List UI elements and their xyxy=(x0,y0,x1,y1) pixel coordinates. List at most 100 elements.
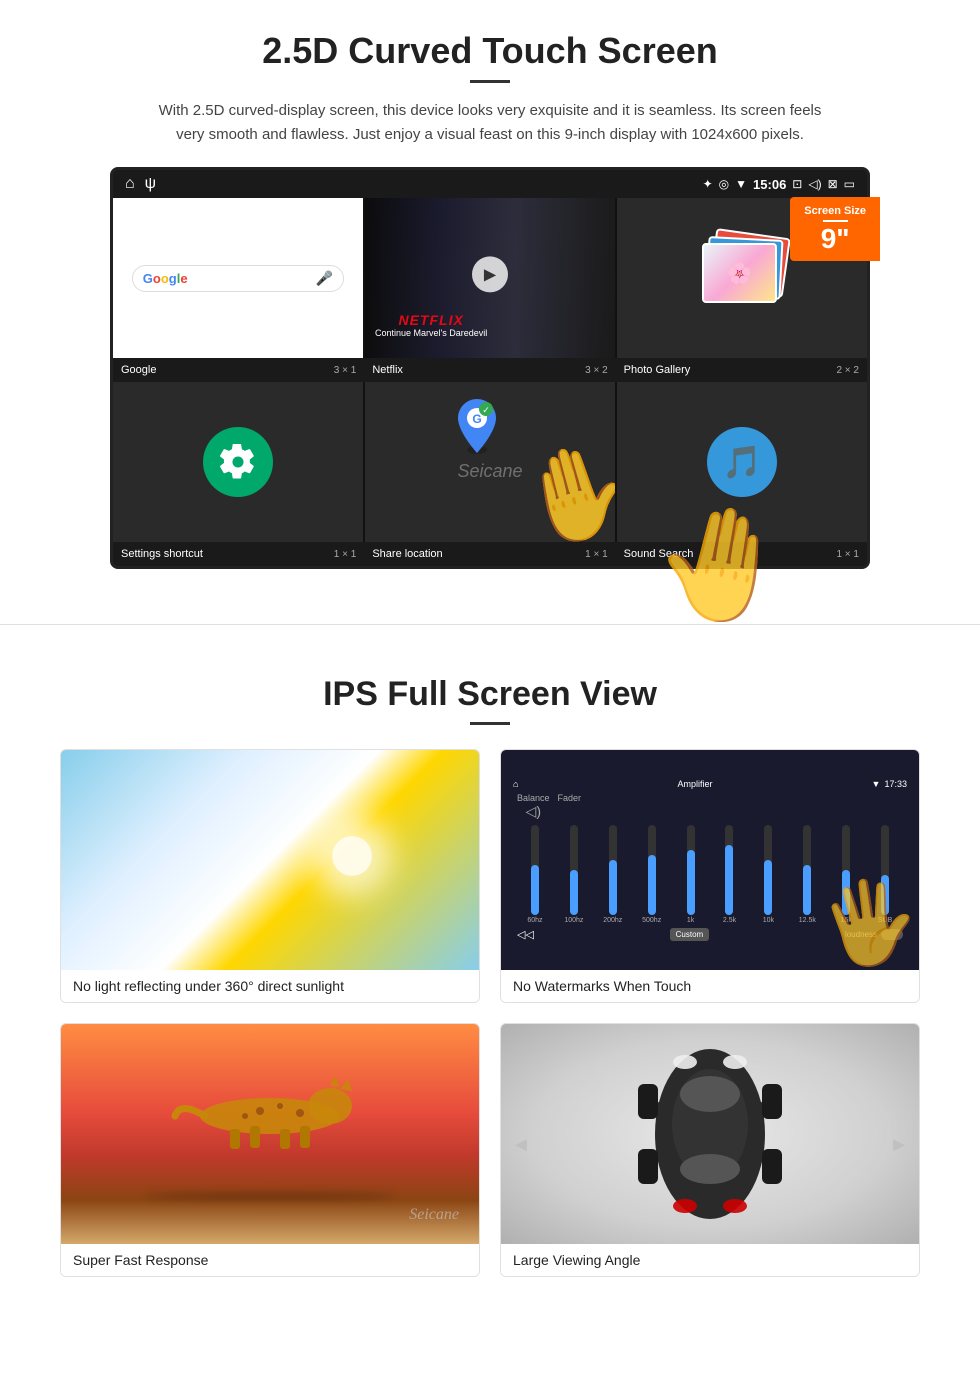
seicane-watermark2: Seicane xyxy=(409,1206,459,1224)
eq-bar-fill-7 xyxy=(803,865,811,915)
sound-search-app-cell[interactable]: 🎵 xyxy=(617,382,867,542)
play-button[interactable]: ▶ xyxy=(472,256,508,292)
eq-bar-track-7 xyxy=(803,825,811,915)
eq-bar-fill-0 xyxy=(531,865,539,915)
eq-bar-fill-2 xyxy=(609,860,617,915)
device-screen: ⌂ ψ ✦ ◎ ▼ 15:06 ⊡ ◁) ⊠ ▭ xyxy=(110,167,870,569)
car-top-svg xyxy=(630,1034,790,1234)
camera-icon: ⊡ xyxy=(792,177,802,191)
svg-text:✓: ✓ xyxy=(482,405,490,415)
google-logo: Google xyxy=(143,271,188,286)
share-location-app-cell[interactable]: G ✓ 🤚 xyxy=(365,382,615,542)
photo-card-3: 🌸 xyxy=(702,243,777,303)
google-label-size: 3 × 1 xyxy=(334,365,357,376)
netflix-cell-bg: ▶ NETFLIX Continue Marvel's Daredevil xyxy=(365,198,615,358)
settings-app-cell[interactable] xyxy=(113,382,363,542)
amp-time: 17:33 xyxy=(884,779,907,789)
music-note-icon: 🎵 xyxy=(722,443,762,481)
cheetah-image: Seicane xyxy=(61,1024,479,1244)
section1-title: 2.5D Curved Touch Screen xyxy=(60,30,920,72)
sound-icon-circle: 🎵 xyxy=(707,427,777,497)
section-curved-screen: 2.5D Curved Touch Screen With 2.5D curve… xyxy=(0,0,980,594)
eq-label-5: 2.5k xyxy=(723,917,736,924)
cheetah-shadow xyxy=(145,1192,396,1200)
gallery-label-name: Photo Gallery xyxy=(624,364,691,376)
maps-pin-icon: G ✓ xyxy=(453,397,501,455)
svg-text:G: G xyxy=(472,412,481,426)
netflix-label: Netflix 3 × 2 xyxy=(364,362,615,378)
amp-custom-button[interactable]: Custom xyxy=(670,928,710,941)
status-bar-left: ⌂ ψ xyxy=(125,175,156,193)
angle-right-icon: ► xyxy=(889,1134,909,1157)
home-icon: ⌂ xyxy=(125,175,135,193)
screen-size-badge: Screen Size 9" xyxy=(790,197,880,261)
eq-bar-track-0 xyxy=(531,825,539,915)
device-wrapper: Screen Size 9" ⌂ ψ ✦ ◎ ▼ 15:06 ⊡ ◁) ⊠ xyxy=(110,167,870,569)
section-ips-screen: IPS Full Screen View No light reflecting… xyxy=(0,655,980,1307)
sunlight-image xyxy=(61,750,479,970)
google-label-name: Google xyxy=(121,364,156,376)
bluetooth-icon: ✦ xyxy=(703,177,713,191)
share-cell-bg: G ✓ 🤚 xyxy=(365,382,615,542)
flower-emoji: 🌸 xyxy=(727,261,752,286)
eq-bar-wrap-4: 1k xyxy=(673,825,709,924)
eq-bar-wrap-1: 100hz xyxy=(556,825,592,924)
amp-nav-icon: ◁◁ xyxy=(517,928,534,941)
eq-bar-fill-4 xyxy=(687,850,695,915)
gallery-label: Photo Gallery 2 × 2 xyxy=(616,362,867,378)
status-time: 15:06 xyxy=(753,177,786,192)
sun-core xyxy=(332,836,372,876)
section2-divider xyxy=(470,722,510,725)
amplifier-image: ⌂ Amplifier ▼ 17:33 Balance◁) Fader 60hz… xyxy=(501,750,919,970)
status-bar-right: ✦ ◎ ▼ 15:06 ⊡ ◁) ⊠ ▭ xyxy=(703,177,855,192)
amp-balance-label: Balance◁) xyxy=(517,793,550,820)
eq-label-1: 100hz xyxy=(564,917,583,924)
x-icon: ⊠ xyxy=(828,177,838,191)
eq-label-0: 60hz xyxy=(527,917,542,924)
sound-label-name: Sound Search xyxy=(624,548,694,560)
eq-bar-track-4 xyxy=(687,825,695,915)
cheetah-caption: Super Fast Response xyxy=(61,1244,479,1276)
eq-bar-wrap-2: 200hz xyxy=(595,825,631,924)
netflix-label-size: 3 × 2 xyxy=(585,365,608,376)
amp-wifi: ▼ xyxy=(872,779,881,789)
settings-label: Settings shortcut 1 × 1 xyxy=(113,546,364,562)
sunlight-caption: No light reflecting under 360° direct su… xyxy=(61,970,479,1002)
volume-icon: ◁) xyxy=(808,177,821,191)
eq-label-3: 500hz xyxy=(642,917,661,924)
netflix-figure: ▶ NETFLIX Continue Marvel's Daredevil xyxy=(365,198,615,358)
amp-controls: Balance◁) Fader xyxy=(509,793,911,820)
battery-icon: ▭ xyxy=(844,177,855,191)
section2-title: IPS Full Screen View xyxy=(60,675,920,714)
share-label: Share location 1 × 1 xyxy=(364,546,615,562)
car-card: ◄ ► Large Viewing Angle xyxy=(500,1023,920,1277)
google-app-cell[interactable]: Google 🎤 xyxy=(113,198,363,358)
app-grid-row1: Google 🎤 ▶ NETFLIX xyxy=(113,198,867,358)
eq-label-4: 1k xyxy=(687,917,694,924)
badge-divider xyxy=(823,220,848,222)
settings-icon-circle xyxy=(203,427,273,497)
cheetah-card: Seicane Super Fast Response xyxy=(60,1023,480,1277)
eq-bar-fill-1 xyxy=(570,870,578,915)
netflix-logo: NETFLIX xyxy=(375,312,487,328)
screen-size-value: 9" xyxy=(804,225,866,253)
eq-bar-wrap-3: 500hz xyxy=(634,825,670,924)
sound-label: Sound Search 1 × 1 xyxy=(616,546,867,562)
eq-bar-fill-5 xyxy=(725,845,733,915)
netflix-app-cell[interactable]: ▶ NETFLIX Continue Marvel's Daredevil xyxy=(365,198,615,358)
eq-bar-wrap-0: 60hz xyxy=(517,825,553,924)
settings-label-name: Settings shortcut xyxy=(121,548,203,560)
share-label-size: 1 × 1 xyxy=(585,549,608,560)
gear-icon xyxy=(219,443,257,481)
google-search-bar[interactable]: Google 🎤 xyxy=(132,265,345,292)
eq-bar-wrap-5: 2.5k xyxy=(712,825,748,924)
netflix-overlay: NETFLIX Continue Marvel's Daredevil xyxy=(375,312,487,338)
amp-fader-label: Fader xyxy=(558,793,582,820)
eq-bar-track-3 xyxy=(648,825,656,915)
eq-bar-fill-3 xyxy=(648,855,656,915)
sun-rays xyxy=(312,816,392,896)
usb-icon: ψ xyxy=(145,175,156,193)
eq-label-6: 10k xyxy=(763,917,774,924)
gallery-label-size: 2 × 2 xyxy=(836,365,859,376)
eq-bar-fill-6 xyxy=(764,860,772,915)
